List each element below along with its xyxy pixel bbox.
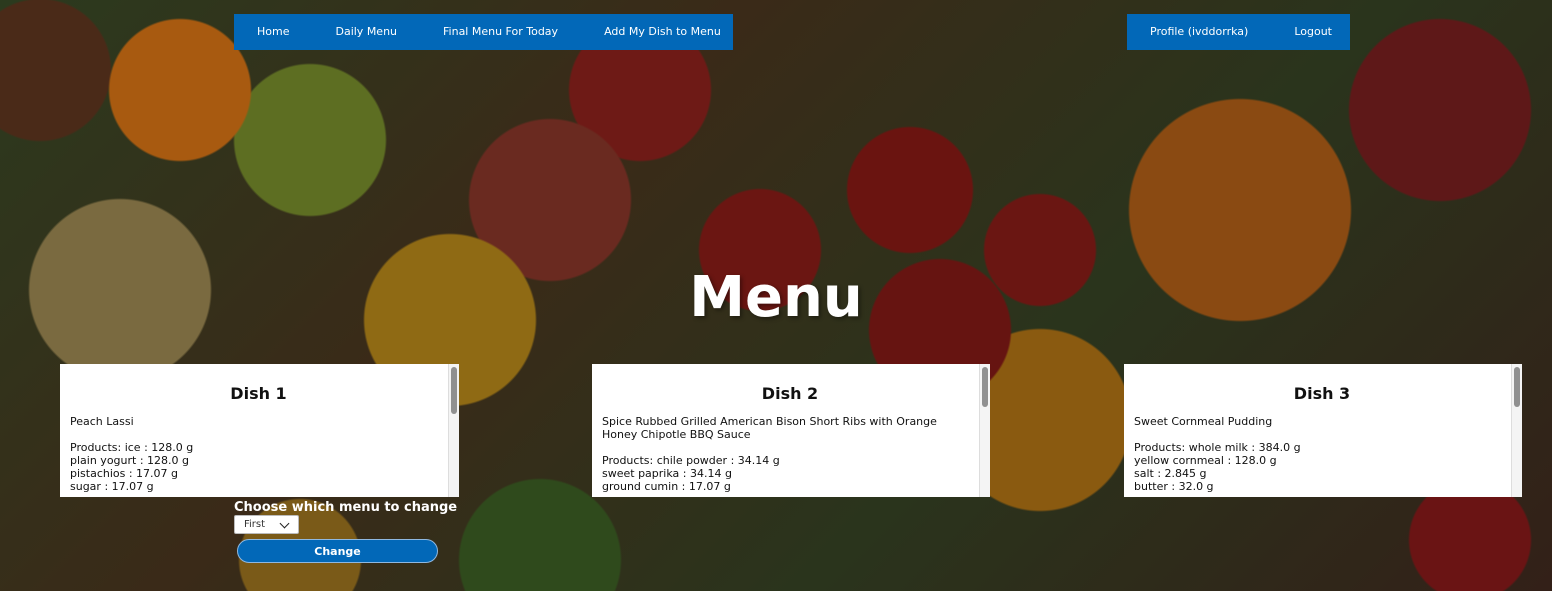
nav-final-menu-link[interactable]: Final Menu For Today (420, 14, 581, 50)
product-line: salt : 2.845 g (1134, 467, 1207, 480)
nav-home-link[interactable]: Home (234, 14, 312, 50)
nav-logout-link[interactable]: Logout (1271, 14, 1355, 50)
dish-name: Peach Lassi (70, 415, 134, 428)
dish-products: Products: ice : 128.0 g plain yogurt : 1… (70, 441, 441, 493)
nav-profile-link[interactable]: Profile (ivddorrka) (1127, 14, 1271, 50)
change-button[interactable]: Change (237, 539, 438, 563)
product-line: pistachios : 17.07 g (70, 467, 179, 480)
dish-name: Spice Rubbed Grilled American Bison Shor… (602, 415, 937, 441)
product-line: Products: chile powder : 34.14 g (602, 454, 780, 467)
dish-scrollbar[interactable] (448, 364, 459, 497)
dish-card: Dish 3 Sweet Cornmeal Pudding Products: … (1124, 364, 1522, 497)
dish-name: Sweet Cornmeal Pudding (1134, 415, 1273, 428)
main-nav: Home Daily Menu Final Menu For Today Add… (234, 14, 733, 50)
menu-select[interactable]: First (234, 515, 299, 534)
menu-select-value: First (244, 519, 266, 530)
product-line: sweet paprika : 34.14 g (602, 467, 732, 480)
scroll-thumb[interactable] (451, 367, 457, 414)
user-nav: Profile (ivddorrka) Logout (1127, 14, 1350, 50)
product-line: ground cumin : 17.07 g (602, 480, 731, 493)
product-line: Products: ice : 128.0 g (70, 441, 194, 454)
page-title: Menu (689, 265, 863, 330)
scroll-thumb[interactable] (982, 367, 988, 407)
dish-card: Dish 1 Peach Lassi Products: ice : 128.0… (60, 364, 459, 497)
scroll-thumb[interactable] (1514, 367, 1520, 407)
dish-title: Dish 2 (761, 384, 819, 403)
nav-add-dish-link[interactable]: Add My Dish to Menu (581, 14, 744, 50)
product-line: sugar : 17.07 g (70, 480, 154, 493)
product-line: plain yogurt : 128.0 g (70, 454, 190, 467)
dish-scrollbar[interactable] (1511, 364, 1522, 497)
product-line: yellow cornmeal : 128.0 g (1134, 454, 1277, 467)
nav-daily-menu-link[interactable]: Daily Menu (312, 14, 420, 50)
product-line: Products: whole milk : 384.0 g (1134, 441, 1301, 454)
product-line: butter : 32.0 g (1134, 480, 1214, 493)
dish-products: Products: chile powder : 34.14 g sweet p… (602, 454, 972, 493)
chevron-down-icon (279, 518, 290, 529)
dish-scrollbar[interactable] (979, 364, 990, 497)
dish-products: Products: whole milk : 384.0 g yellow co… (1134, 441, 1504, 493)
dish-title: Dish 3 (1293, 384, 1351, 403)
dish-card: Dish 2 Spice Rubbed Grilled American Bis… (592, 364, 990, 497)
dish-title: Dish 1 (230, 384, 287, 403)
change-menu-label: Choose which menu to change (234, 500, 458, 515)
